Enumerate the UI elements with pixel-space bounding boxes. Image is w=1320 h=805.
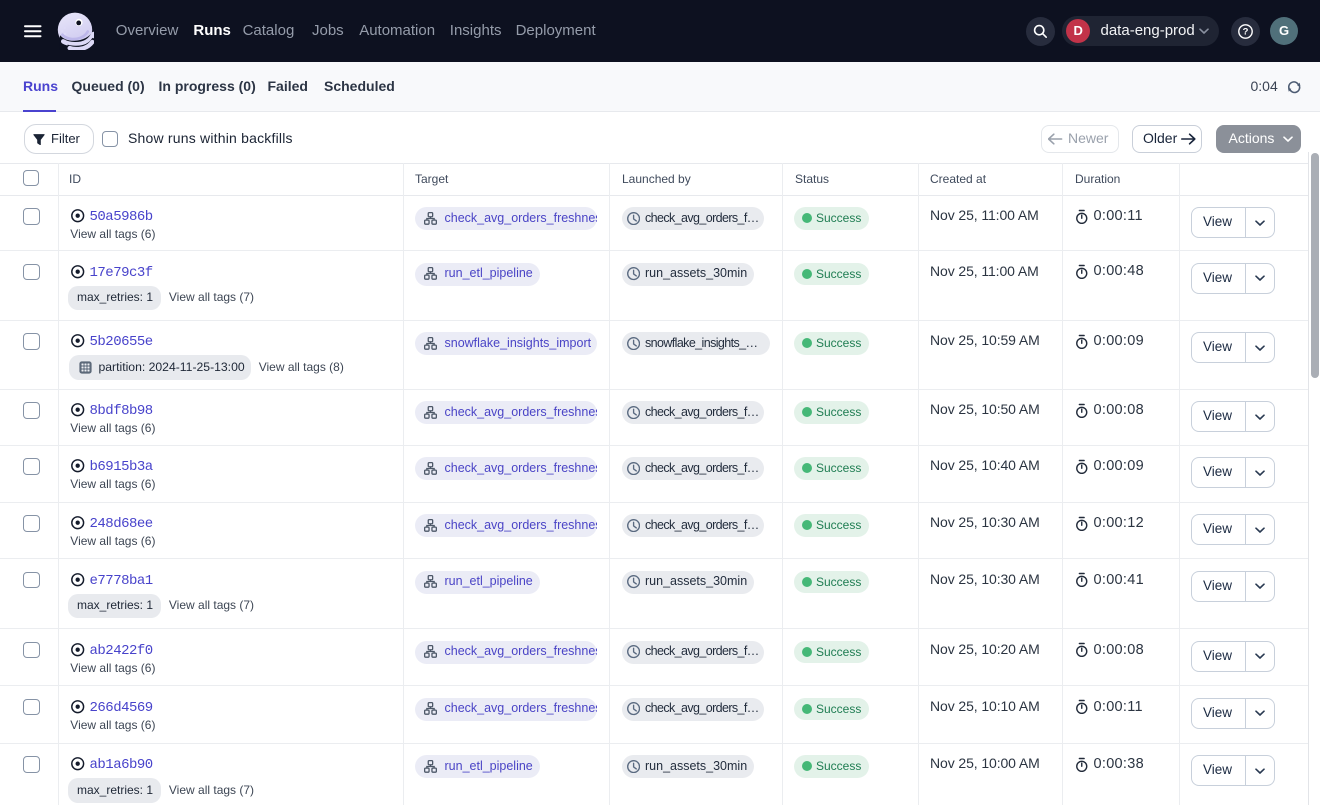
svg-text:?: ? <box>1242 26 1248 37</box>
